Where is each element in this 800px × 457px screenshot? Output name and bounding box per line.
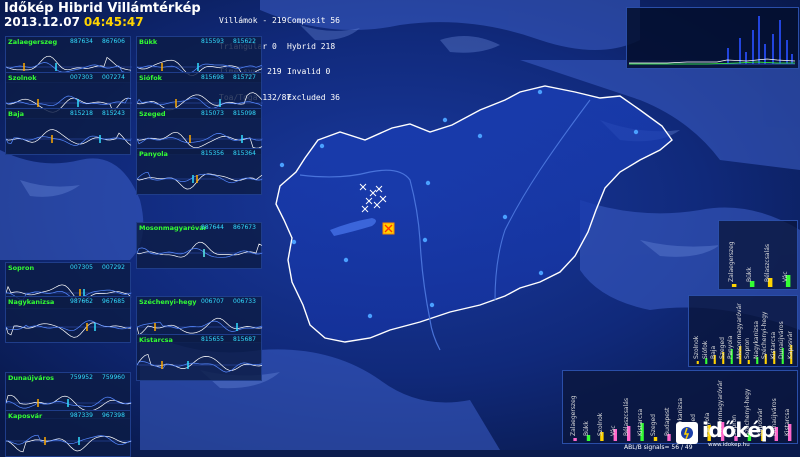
histogram-label: Bükk — [746, 267, 753, 282]
stat-line: Villámok - 219 — [219, 16, 287, 25]
station-code-b: 815364 — [233, 150, 256, 157]
stat-line: Invalid 0 — [287, 67, 331, 76]
station-code-b: 759960 — [102, 374, 125, 381]
station-dot — [538, 270, 544, 276]
station-dot — [367, 313, 373, 319]
histogram-label: Nagykanizsa — [752, 321, 760, 359]
station-code-b: 006733 — [233, 298, 256, 305]
station-waveform — [137, 171, 263, 190]
stat-line: Composit 56 — [287, 16, 340, 25]
station-code-a: 987662 — [70, 298, 93, 305]
histogram-label: Szolnok — [596, 412, 604, 436]
histogram-label: Zalaegerszeg — [728, 241, 735, 282]
station-code-b: 815727 — [233, 74, 256, 81]
station-code-a: 987339 — [70, 412, 93, 419]
station-dot — [279, 162, 285, 168]
station-code-b: 867673 — [233, 224, 256, 231]
station-code-b: 967685 — [102, 298, 125, 305]
station-waveform — [137, 353, 263, 373]
histogram-label: Szeged — [650, 414, 658, 436]
histogram-label: Kistarcsa — [636, 408, 644, 436]
histogram-label: Kaposvár — [786, 331, 794, 359]
stat-line: Excluded 36 — [287, 92, 340, 102]
histogram-label: Baja — [710, 345, 718, 359]
station-dot — [442, 117, 448, 123]
station-code-b: 815243 — [102, 110, 125, 117]
time-value: 04:45:47 — [83, 15, 144, 29]
station-dot — [343, 257, 349, 263]
date-time: 2013.12.07 04:45:47 — [4, 15, 144, 29]
logo-url: www.idokep.hu — [708, 442, 750, 448]
station-waveform — [6, 320, 132, 338]
station-dot — [319, 143, 325, 149]
histogram-label: Bélaszcsalás — [623, 398, 631, 436]
station-panel[interactable]: Kistarcsa 815655 815687 — [136, 334, 263, 381]
histogram-label: Vác — [782, 271, 789, 282]
station-code-a: 815356 — [201, 150, 224, 157]
station-waveform — [137, 241, 263, 258]
station-code-a: 815655 — [201, 336, 224, 343]
station-dot — [291, 239, 297, 245]
histogram-label: Kistarcsa — [769, 331, 777, 359]
station-code-a: 815593 — [201, 38, 224, 45]
station-code-a: 007303 — [70, 74, 93, 81]
logo-text: időkép — [702, 418, 775, 442]
station-dot — [429, 302, 435, 308]
station-code-a: 006707 — [201, 298, 224, 305]
station-panel[interactable]: Nagykanizsa 987662 967685 — [5, 296, 132, 343]
station-code-a: 815218 — [70, 110, 93, 117]
activity-bars — [727, 16, 793, 64]
station-code-a: 007305 — [70, 264, 93, 271]
histogram-label: Mosonmagyaróvár — [735, 303, 743, 359]
histogram-label: Dunaújváros — [778, 321, 786, 359]
station-dot — [425, 180, 431, 186]
station-panel[interactable]: Baja 815218 815243 — [5, 108, 132, 155]
station-code-b: 815622 — [233, 38, 256, 45]
stats-col-2: Composit 56 Hybrid 218 Invalid 0 Exclude… — [287, 0, 340, 111]
histogram-label: Zalaegerszeg — [569, 395, 577, 436]
activity-chart — [626, 7, 799, 69]
histogram-right: Zalaegerszeg Bükk Bélaszcsalás Vác — [718, 220, 798, 290]
histogram-label: Bükk — [583, 421, 591, 436]
station-waveform — [6, 434, 132, 453]
stat-line: Hybrid 218 — [287, 41, 336, 51]
histogram-label: Budapest — [663, 407, 671, 436]
station-waveform — [6, 129, 132, 146]
logo-icon — [676, 422, 698, 444]
histogram-label: Vác — [609, 425, 617, 436]
idokep-logo[interactable]: időkép www.idokep.hu — [676, 418, 794, 448]
station-code-a: 759952 — [70, 374, 93, 381]
histogram-label: Szeged — [718, 337, 726, 359]
station-code-b: 815098 — [233, 110, 256, 117]
station-panel[interactable]: Panyola 815356 815364 — [136, 148, 263, 195]
histogram-label: Szolnok — [693, 335, 701, 359]
station-code-b: 867606 — [102, 38, 125, 45]
station-code-a: 815698 — [201, 74, 224, 81]
station-panel[interactable]: Mosonmagyaróvár 887644 867673 — [136, 222, 263, 269]
station-code-b: 967398 — [102, 412, 125, 419]
histogram-label: Széchenyi-hegy — [761, 311, 769, 359]
station-dot — [502, 214, 508, 220]
histogram-label: Panyola — [727, 335, 735, 359]
station-dot — [477, 133, 483, 139]
date-value: 2013.12.07 — [4, 15, 80, 29]
station-code-b: 815687 — [233, 336, 256, 343]
activity-chart-plot — [629, 16, 796, 65]
histogram-label: Siófok — [701, 340, 709, 359]
station-code-b: 007274 — [102, 74, 125, 81]
station-code-a: 815073 — [201, 110, 224, 117]
station-code-b: 007292 — [102, 264, 125, 271]
station-code-a: 887634 — [70, 38, 93, 45]
histogram-label: Bélaszcsalás — [764, 244, 771, 282]
histogram-label: Sopron — [744, 337, 752, 359]
histogram-mid: Szolnok Siófok Baja Szeged Panyola Mosonmagya… — [688, 295, 798, 367]
station-dot — [633, 129, 639, 135]
station-code-a: 887644 — [201, 224, 224, 231]
station-dot — [537, 89, 543, 95]
page-title: Időkép Hibrid Villámtérkép — [4, 1, 201, 16]
strike-cluster-marker — [382, 222, 395, 235]
station-dot — [422, 237, 428, 243]
